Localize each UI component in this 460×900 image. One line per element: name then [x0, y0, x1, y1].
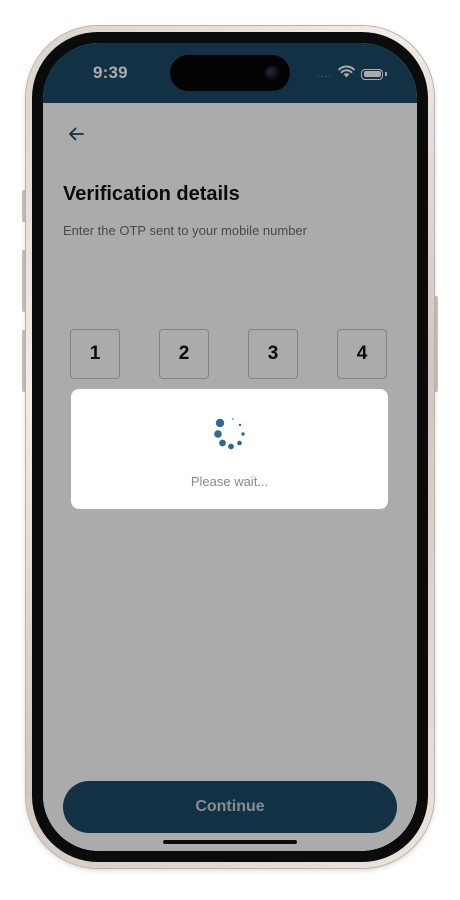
device-stage: 9:39 .... Verification details Enter the…	[0, 0, 460, 900]
loading-overlay: Please wait...	[43, 43, 417, 851]
power-button	[434, 296, 438, 392]
spinner-icon	[214, 418, 245, 450]
loading-message: Please wait...	[190, 474, 269, 489]
loading-dialog: Please wait...	[71, 389, 388, 509]
phone-screen: 9:39 .... Verification details Enter the…	[43, 43, 417, 851]
